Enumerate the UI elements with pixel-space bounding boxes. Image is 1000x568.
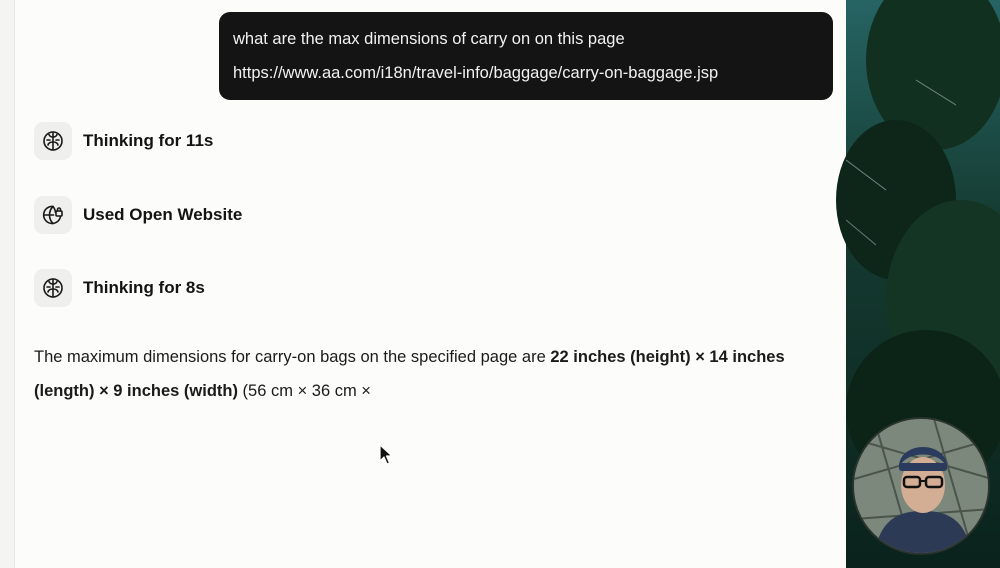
step-open-website[interactable]: Used Open Website [34,196,242,234]
assistant-answer: The maximum dimensions for carry-on bags… [34,340,814,408]
sidebar-edge [0,0,15,568]
brain-icon [34,269,72,307]
user-message-url[interactable]: https://www.aa.com/i18n/travel-info/bagg… [233,64,718,83]
user-message-bubble: what are the max dimensions of carry on … [219,12,833,100]
user-message-text: what are the max dimensions of carry on … [233,30,625,48]
brain-icon [34,122,72,160]
step-thinking-2[interactable]: Thinking for 8s [34,269,205,307]
answer-text-metric: (56 cm × 36 cm × [237,382,371,400]
step-label: Thinking for 8s [83,278,205,297]
step-thinking-1[interactable]: Thinking for 11s [34,122,213,160]
screen: what are the max dimensions of carry on … [0,0,1000,568]
step-label: Thinking for 11s [83,131,214,150]
step-label: Used Open Website [83,205,243,224]
chat-panel: what are the max dimensions of carry on … [15,0,846,568]
answer-text: The maximum dimensions for carry-on bags… [34,348,551,366]
globe-lock-icon [34,196,72,234]
webcam-overlay [852,417,990,555]
mouse-cursor-icon [379,444,393,471]
